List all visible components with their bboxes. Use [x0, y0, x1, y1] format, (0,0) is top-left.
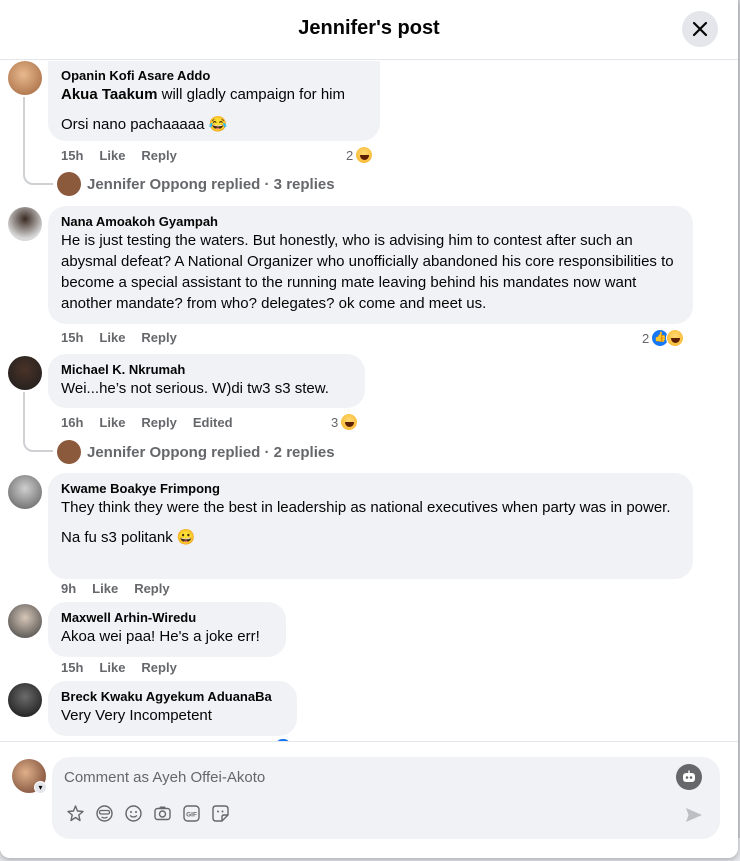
view-replies-link[interactable]: Jennifer Oppong replied · 3 replies: [57, 172, 335, 196]
like-button[interactable]: Like: [92, 581, 118, 597]
comment-bubble: Breck Kwaku Agyekum AduanaBa Very Very I…: [48, 681, 297, 736]
comment-actions: 9h Like Reply: [61, 581, 170, 597]
reply-button[interactable]: Reply: [141, 660, 176, 676]
haha-icon: [666, 329, 685, 347]
comment-author[interactable]: Kwame Boakye Frimpong: [61, 480, 681, 497]
avatar[interactable]: [8, 207, 42, 241]
comment-time[interactable]: 15h: [61, 330, 83, 346]
reaction-summary[interactable]: 3: [331, 413, 359, 431]
avatar-sticker-icon[interactable]: [66, 804, 85, 823]
avatar[interactable]: [8, 475, 42, 509]
dialog-header: Jennifer's post: [0, 0, 738, 60]
composer-toolbar: GIF: [66, 804, 230, 823]
post-dialog: Jennifer's post Opanin Kofi Asare Addo A…: [0, 0, 738, 858]
meta-ai-button[interactable]: [676, 764, 702, 790]
emoji-face-icon[interactable]: [95, 804, 114, 823]
comment-time[interactable]: 15h: [61, 660, 83, 676]
avatar: [57, 440, 81, 464]
comment-input[interactable]: [64, 765, 664, 789]
comment-author[interactable]: Maxwell Arhin-Wiredu: [61, 609, 274, 626]
send-icon: [686, 808, 702, 822]
reaction-summary[interactable]: 2 👍: [642, 329, 685, 347]
avatar: [57, 172, 81, 196]
like-button[interactable]: Like: [99, 148, 125, 164]
camera-icon[interactable]: [153, 804, 172, 823]
close-button[interactable]: [682, 11, 718, 47]
bot-icon: [683, 770, 695, 782]
haha-icon: [340, 413, 359, 431]
view-replies-link[interactable]: Jennifer Oppong replied · 2 replies: [57, 440, 335, 464]
comment-text: Orsi nano pachaaaaa 😂: [61, 116, 228, 133]
comment-bubble: Michael K. Nkrumah Wei...he’s not seriou…: [48, 354, 365, 408]
avatar[interactable]: [8, 683, 42, 717]
close-icon: [692, 21, 708, 37]
gif-icon[interactable]: GIF: [182, 804, 201, 823]
avatar[interactable]: [8, 356, 42, 390]
comments-list[interactable]: Opanin Kofi Asare Addo Akua Taakum will …: [0, 61, 738, 741]
comment-bubble: Opanin Kofi Asare Addo Akua Taakum will …: [48, 61, 380, 141]
thread-connector: [23, 392, 53, 452]
comment-time[interactable]: 9h: [61, 581, 76, 597]
chevron-down-icon[interactable]: ▾: [34, 781, 47, 794]
like-button[interactable]: Like: [99, 660, 125, 676]
send-button[interactable]: [684, 805, 704, 825]
comment-bubble: Kwame Boakye Frimpong They think they we…: [48, 473, 693, 579]
comment-author[interactable]: Breck Kwaku Agyekum AduanaBa: [61, 688, 285, 705]
smiley-icon[interactable]: [124, 804, 143, 823]
comment-bubble: Nana Amoakoh Gyampah He is just testing …: [48, 206, 693, 324]
comment-composer: ▾ Comment as Ayeh Offei-Akoto GIF: [0, 741, 738, 858]
reaction-summary[interactable]: 2: [346, 146, 374, 164]
sticker-icon[interactable]: [211, 804, 230, 823]
reply-button[interactable]: Reply: [134, 581, 169, 597]
comment-time[interactable]: 15h: [61, 148, 83, 164]
comment-actions: 15h Like Reply: [61, 660, 177, 676]
comment-text: Na fu s3 politank 😀: [61, 529, 196, 546]
comment-bubble: Maxwell Arhin-Wiredu Akoa wei paa! He's …: [48, 602, 286, 657]
comment-author[interactable]: Nana Amoakoh Gyampah: [61, 213, 681, 230]
scrollbar[interactable]: [729, 122, 738, 741]
svg-text:GIF: GIF: [186, 811, 197, 818]
haha-icon: [355, 146, 374, 164]
comment-author[interactable]: Michael K. Nkrumah: [61, 361, 353, 378]
comment-text: They think they were the best in leaders…: [61, 499, 671, 516]
reply-button[interactable]: Reply: [141, 148, 176, 164]
avatar[interactable]: [8, 61, 42, 95]
comment-text: Akoa wei paa! He's a joke err!: [61, 628, 260, 645]
comment-input-box: GIF: [52, 757, 720, 839]
comment-actions: 15h Like Reply: [61, 330, 177, 346]
edited-label: Edited: [192, 415, 233, 430]
dialog-title: Jennifer's post: [298, 17, 440, 39]
comment-actions: 16h Like Reply Edited: [61, 415, 233, 431]
comment-text: Very Very Incompetent: [61, 707, 212, 724]
comment-text: Akua Taakum will gladly campaign for him: [61, 86, 346, 103]
avatar[interactable]: [8, 604, 42, 638]
mention-link[interactable]: Akua Taakum: [61, 86, 157, 103]
like-button[interactable]: Like: [99, 415, 125, 431]
comment-actions: 15h Like Reply: [61, 148, 177, 164]
comment-time[interactable]: 16h: [61, 415, 83, 431]
comment-text: He is just testing the waters. But hones…: [61, 232, 674, 312]
reply-button[interactable]: Reply: [141, 330, 176, 346]
comment-text: Wei...he’s not serious. W)di tw3 s3 stew…: [61, 380, 329, 397]
like-button[interactable]: Like: [99, 330, 125, 346]
comment-author[interactable]: Opanin Kofi Asare Addo: [61, 67, 368, 84]
reply-button[interactable]: Reply: [141, 415, 176, 431]
